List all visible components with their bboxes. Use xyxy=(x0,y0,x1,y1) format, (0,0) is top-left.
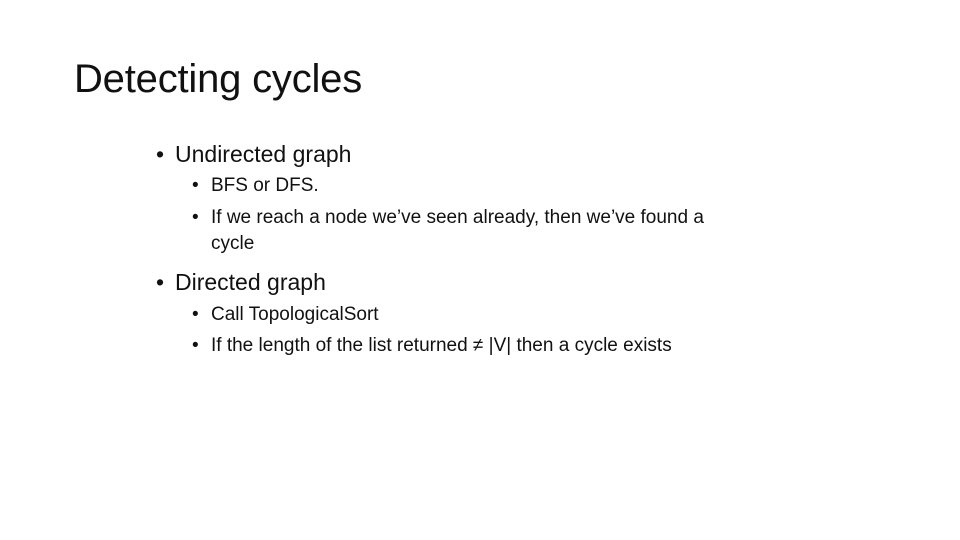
bullet-text: BFS or DFS. xyxy=(211,175,319,196)
sub-bullet-continuation: cycle xyxy=(211,233,255,254)
bullet-text: Directed graph xyxy=(175,269,326,295)
bullet-directed-graph: • Directed graph xyxy=(156,268,326,296)
sub-bullet-list-length: • If the length of the list returned ≠ |V… xyxy=(192,333,672,359)
slide-title: Detecting cycles xyxy=(74,57,363,101)
bullet-icon: • xyxy=(156,269,165,295)
sub-bullet-reach-seen-node: • If we reach a node we’ve seen already, … xyxy=(192,205,704,231)
sub-bullet-topological-sort: • Call TopologicalSort xyxy=(192,302,379,328)
bullet-icon: • xyxy=(156,141,165,167)
bullet-icon: • xyxy=(192,207,199,228)
bullet-icon: • xyxy=(192,304,199,325)
sub-bullet-bfs-dfs: • BFS or DFS. xyxy=(192,173,319,199)
bullet-text: Call TopologicalSort xyxy=(211,304,379,325)
bullet-text: If the length of the list returned ≠ |V|… xyxy=(211,335,672,356)
bullet-text: Undirected graph xyxy=(175,141,352,167)
bullet-icon: • xyxy=(192,335,199,356)
bullet-icon: • xyxy=(192,175,199,196)
bullet-text: If we reach a node we’ve seen already, t… xyxy=(211,207,704,228)
bullet-undirected-graph: • Undirected graph xyxy=(156,140,351,168)
